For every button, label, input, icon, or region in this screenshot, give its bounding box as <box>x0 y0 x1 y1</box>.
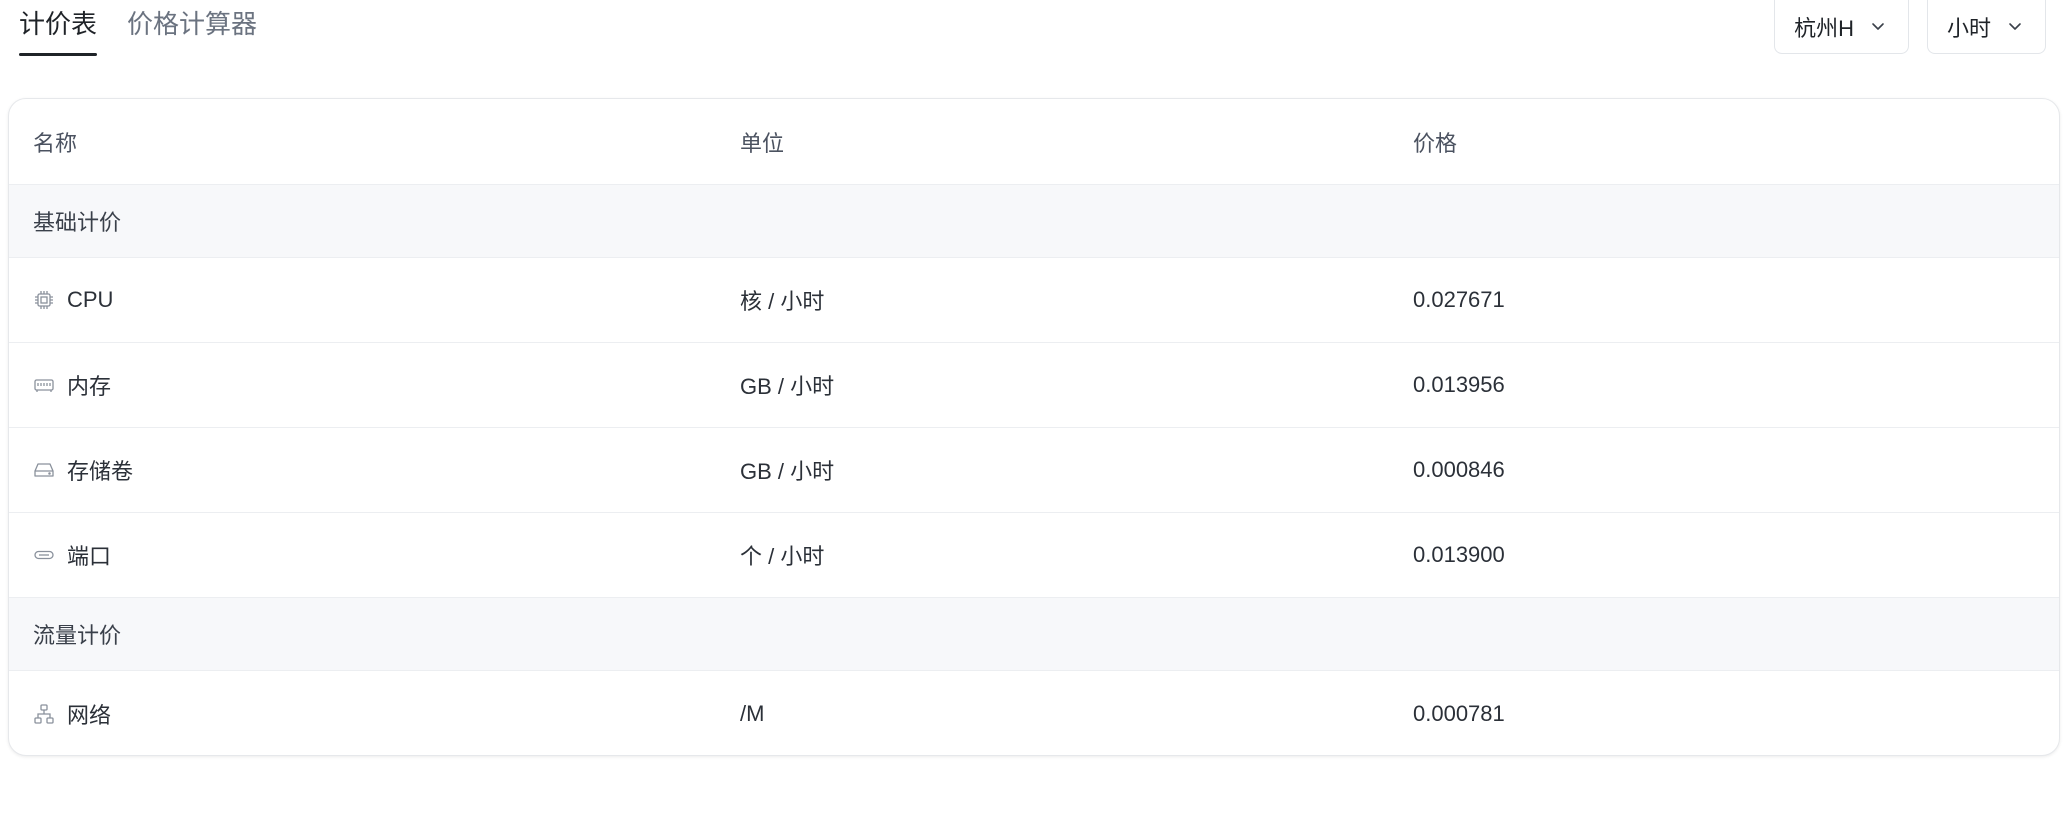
tab-price-table[interactable]: 计价表 <box>19 0 98 56</box>
header-price: 价格 <box>1413 130 1458 156</box>
price-table: 名称 单位 价格 基础计价 CPU 核 / 小时 0.027671 内存 GB … <box>8 98 2060 756</box>
group-row-traffic: 流量计价 <box>9 598 2059 671</box>
network-icon <box>33 703 55 725</box>
memory-icon <box>33 374 55 396</box>
row-name: 网络 <box>67 702 112 728</box>
region-select[interactable]: 杭州H <box>1774 0 1909 54</box>
period-select-value: 小时 <box>1946 15 1991 41</box>
row-name: 存储卷 <box>67 459 134 484</box>
table-row: CPU 核 / 小时 0.027671 <box>9 258 2059 343</box>
table-row: 存储卷 GB / 小时 0.000846 <box>9 428 2059 513</box>
region-select-value: 杭州H <box>1794 15 1854 41</box>
row-unit: /M <box>740 700 765 726</box>
table-row: 内存 GB / 小时 0.013956 <box>9 343 2059 428</box>
period-select[interactable]: 小时 <box>1926 0 2046 54</box>
chevron-down-icon <box>1870 14 1886 40</box>
row-name: 端口 <box>67 544 112 569</box>
row-price: 0.013900 <box>1413 542 1505 567</box>
tab-bar: 计价表 价格计算器 <box>19 0 257 56</box>
table-row: 网络 /M 0.000781 <box>9 671 2059 755</box>
row-unit: 核 / 小时 <box>740 289 825 314</box>
filter-selects: 杭州H 小时 <box>1774 0 2046 54</box>
header-unit: 单位 <box>740 130 785 156</box>
port-icon <box>33 544 55 566</box>
row-name: CPU <box>67 287 114 312</box>
row-unit: GB / 小时 <box>740 459 835 484</box>
row-name: 内存 <box>67 374 112 399</box>
row-unit: 个 / 小时 <box>740 544 825 569</box>
row-unit: GB / 小时 <box>740 374 835 399</box>
group-title: 基础计价 <box>33 210 122 235</box>
chevron-down-icon <box>2007 14 2023 40</box>
row-price: 0.000846 <box>1413 457 1505 482</box>
row-price: 0.000781 <box>1413 700 1505 726</box>
table-header: 名称 单位 价格 <box>9 99 2059 185</box>
tab-price-calculator[interactable]: 价格计算器 <box>127 0 257 56</box>
group-title: 流量计价 <box>33 623 122 648</box>
row-price: 0.027671 <box>1413 287 1505 312</box>
group-row-basic: 基础计价 <box>9 185 2059 258</box>
pricing-page: 计价表 价格计算器 杭州H 小时 名称 单位 价格 基础计价 CPU 核 / 小… <box>0 0 2064 840</box>
cpu-icon <box>33 289 55 311</box>
table-row: 端口 个 / 小时 0.013900 <box>9 513 2059 598</box>
header-name: 名称 <box>33 130 78 156</box>
storage-volume-icon <box>33 459 55 481</box>
row-price: 0.013956 <box>1413 372 1505 397</box>
